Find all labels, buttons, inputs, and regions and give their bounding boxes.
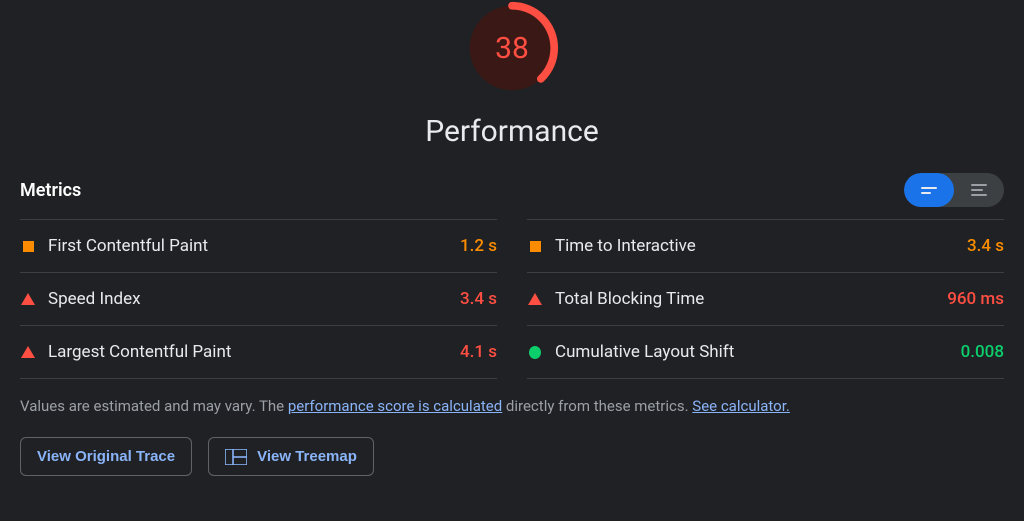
actions-row: View Original Trace View Treemap	[20, 437, 1004, 476]
treemap-icon	[225, 449, 247, 465]
metric-row: Total Blocking Time 960 ms	[527, 272, 1004, 325]
metric-name: Total Blocking Time	[555, 289, 933, 309]
metric-name: Time to Interactive	[555, 236, 953, 256]
metric-name: Largest Contentful Paint	[48, 342, 446, 362]
toggle-expanded[interactable]	[954, 173, 1004, 207]
metric-value: 1.2 s	[460, 236, 497, 256]
metric-name: Cumulative Layout Shift	[555, 342, 947, 362]
performance-title: Performance	[425, 114, 599, 149]
metrics-note: Values are estimated and may vary. The p…	[20, 397, 1004, 415]
metrics-heading: Metrics	[20, 180, 81, 201]
status-poor-icon	[22, 293, 34, 305]
metrics-grid: First Contentful Paint 1.2 s Speed Index 3.…	[20, 219, 1004, 379]
view-original-trace-button[interactable]: View Original Trace	[20, 437, 192, 476]
metric-name: Speed Index	[48, 289, 446, 309]
metric-row: Speed Index 3.4 s	[20, 272, 497, 325]
status-good-icon	[529, 346, 541, 358]
status-average-icon	[22, 240, 34, 252]
metric-row: Cumulative Layout Shift 0.008	[527, 325, 1004, 379]
link-score-calculated[interactable]: performance score is calculated	[288, 397, 502, 415]
metric-value: 3.4 s	[460, 289, 497, 309]
condensed-icon	[921, 187, 937, 194]
metric-name: First Contentful Paint	[48, 236, 446, 256]
metric-row: First Contentful Paint 1.2 s	[20, 219, 497, 272]
metric-value: 0.008	[961, 342, 1004, 362]
view-treemap-button[interactable]: View Treemap	[208, 437, 374, 476]
performance-gauge: 38	[464, 0, 560, 96]
metric-row: Largest Contentful Paint 4.1 s	[20, 325, 497, 379]
view-treemap-label: View Treemap	[257, 448, 357, 465]
view-trace-label: View Original Trace	[37, 448, 175, 465]
metric-value: 3.4 s	[967, 236, 1004, 256]
status-average-icon	[529, 240, 541, 252]
metric-row: Time to Interactive 3.4 s	[527, 219, 1004, 272]
status-poor-icon	[22, 346, 34, 358]
note-prefix: Values are estimated and may vary. The	[20, 397, 288, 415]
metric-value: 4.1 s	[460, 342, 497, 362]
toggle-condensed[interactable]	[904, 173, 954, 207]
metric-value: 960 ms	[947, 289, 1004, 309]
performance-score: 38	[464, 0, 560, 96]
status-poor-icon	[529, 293, 541, 305]
metrics-view-toggle[interactable]	[904, 173, 1004, 207]
performance-gauge-section: 38 Performance	[20, 0, 1004, 149]
link-see-calculator[interactable]: See calculator.	[692, 397, 790, 415]
expanded-icon	[971, 184, 987, 196]
note-mid: directly from these metrics.	[502, 397, 692, 415]
